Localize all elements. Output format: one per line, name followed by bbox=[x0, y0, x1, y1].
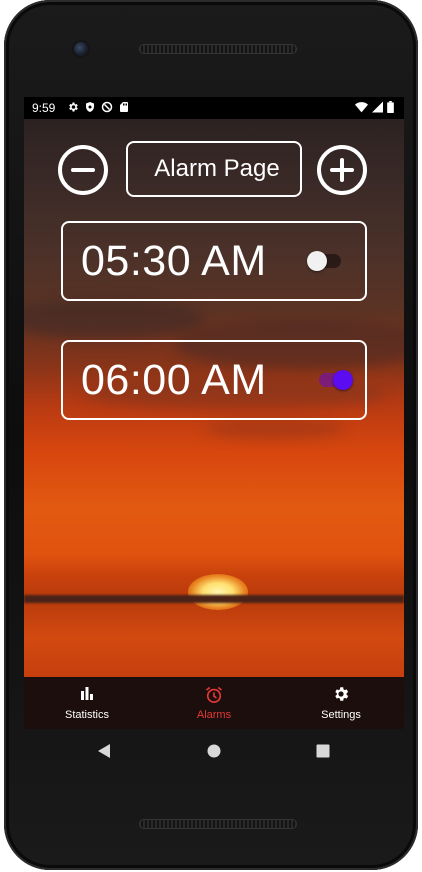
home-icon[interactable] bbox=[207, 744, 221, 758]
app-screen: 9:59 Alarm Page 05:30 AM 06:00 AM Statis… bbox=[24, 97, 404, 729]
minus-circle-icon bbox=[71, 168, 95, 172]
bottom-navigation: Statistics Alarms Settings bbox=[24, 677, 404, 729]
alarm-card[interactable]: 05:30 AM bbox=[61, 221, 367, 301]
bottom-speaker-grille bbox=[139, 819, 297, 829]
alarm-card[interactable]: 06:00 AM bbox=[61, 340, 367, 420]
status-time: 9:59 bbox=[32, 101, 56, 115]
notification-icons bbox=[67, 101, 130, 113]
system-status-icons bbox=[355, 101, 394, 113]
nav-item-alarms[interactable]: Alarms bbox=[151, 677, 277, 729]
shield-icon bbox=[86, 102, 94, 112]
alarm-clock-icon bbox=[206, 686, 222, 703]
alarm-toggle-switch[interactable] bbox=[319, 370, 353, 390]
alarm-time: 05:30 AM bbox=[81, 237, 267, 285]
horizon-line bbox=[24, 595, 404, 603]
add-alarm-button[interactable] bbox=[317, 145, 367, 195]
do-not-disturb-icon bbox=[101, 101, 113, 113]
nav-item-statistics[interactable]: Statistics bbox=[24, 677, 150, 729]
battery-icon bbox=[387, 101, 394, 113]
nav-label: Statistics bbox=[64, 709, 109, 721]
nav-label: Settings bbox=[321, 709, 361, 721]
alarm-toggle-switch[interactable] bbox=[307, 251, 343, 271]
nav-label: Alarms bbox=[196, 709, 232, 721]
nav-item-settings[interactable]: Settings bbox=[278, 677, 404, 729]
bar-chart-icon bbox=[81, 687, 93, 700]
gear-icon bbox=[335, 687, 349, 701]
remove-alarm-button[interactable] bbox=[58, 145, 108, 195]
recents-icon[interactable] bbox=[316, 744, 330, 758]
back-icon[interactable] bbox=[97, 743, 111, 759]
front-camera bbox=[74, 42, 88, 56]
alarm-time: 06:00 AM bbox=[81, 356, 267, 404]
system-navigation-bar bbox=[24, 729, 404, 773]
top-speaker-grille bbox=[139, 44, 297, 54]
gear-icon bbox=[69, 102, 78, 112]
page-title: Alarm Page bbox=[126, 141, 302, 197]
wifi-icon bbox=[355, 102, 368, 113]
signal-icon bbox=[372, 101, 383, 113]
setting-sun bbox=[188, 574, 248, 610]
status-bar: 9:59 bbox=[24, 97, 404, 119]
sd-card-icon bbox=[120, 102, 128, 112]
